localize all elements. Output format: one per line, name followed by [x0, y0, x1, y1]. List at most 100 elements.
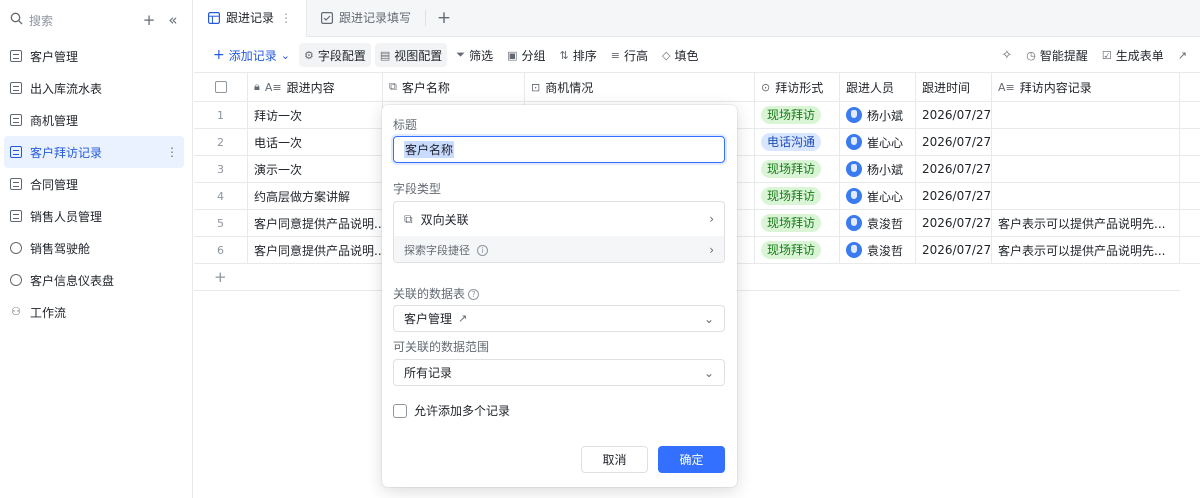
cell-content[interactable]: 演示一次 [248, 156, 383, 182]
table-icon [10, 82, 22, 94]
cell-date[interactable]: 2026/07/27 [916, 183, 992, 209]
sidebar-item[interactable]: 客户管理 [4, 40, 184, 72]
cell-visit-mode[interactable]: 现场拜访 [755, 210, 840, 236]
tab-follow-record-form[interactable]: 跟进记录填写 [307, 0, 425, 36]
cell-content[interactable]: 客户同意提供产品说明... [248, 210, 383, 236]
sidebar-item[interactable]: 出入库流水表 [4, 72, 184, 104]
person-name: 崔心心 [867, 189, 904, 204]
column-header[interactable]: A≡ 拜访内容记录 [992, 73, 1180, 101]
cell-extra [1180, 156, 1200, 182]
cell-person[interactable]: 崔心心 [840, 129, 916, 155]
cell-visit-note[interactable]: 客户表示可以提供产品说明先... [992, 237, 1180, 263]
external-link-icon[interactable]: ↗ [458, 312, 467, 325]
generate-form-button[interactable]: ☑ 生成表单 [1097, 43, 1169, 67]
filter-button[interactable]: ⏷ 筛选 [451, 43, 498, 67]
cell-date[interactable]: 2026/07/27 [916, 210, 992, 236]
sidebar-item[interactable]: 客户信息仪表盘 [4, 264, 184, 296]
fill-color-button[interactable]: ◇ 填色 [657, 43, 703, 67]
linked-table-select[interactable]: 客户管理 ↗ ⌄ [393, 305, 725, 332]
cell-visit-note[interactable] [992, 183, 1180, 209]
cancel-button[interactable]: 取消 [581, 446, 648, 473]
tab-follow-record[interactable]: 跟进记录 ⋮ [194, 0, 308, 37]
cell-date[interactable]: 2026/07/27 [916, 237, 992, 263]
column-header[interactable]: ⊙ 拜访形式 [755, 73, 840, 101]
smart-remind-button[interactable]: ◷ 智能提醒 [1021, 43, 1093, 67]
select-all-checkbox-cell[interactable] [194, 73, 248, 101]
group-icon: ▣ [507, 48, 518, 62]
sidebar-item[interactable]: 客户拜访记录 ⋮ [4, 136, 184, 168]
single-select-icon: ⊙ [761, 80, 771, 94]
cell-visit-note[interactable] [992, 156, 1180, 182]
sidebar-item-label: 客户拜访记录 [30, 145, 103, 160]
cell-content[interactable]: 约高层做方案讲解 [248, 183, 383, 209]
sidebar-item[interactable]: 合同管理 [4, 168, 184, 200]
search-input[interactable]: 搜索 [29, 12, 134, 29]
sparkle-icon: ✧ [1001, 47, 1013, 63]
chevron-right-icon: › [709, 243, 714, 257]
cell-date[interactable]: 2026/07/27 [916, 129, 992, 155]
sidebar-item[interactable]: 商机管理 [4, 104, 184, 136]
sidebar-search[interactable]: 搜索 + « [0, 0, 192, 40]
chevron-down-icon: ⌄ [703, 365, 714, 380]
column-header[interactable]: 🔒︎ A≡ 跟进内容 [248, 73, 383, 101]
cell-content[interactable]: 客户同意提供产品说明... [248, 237, 383, 263]
link-field-icon: ⧉ [389, 80, 397, 93]
scope-select[interactable]: 所有记录 ⌄ [393, 359, 725, 386]
select-all-checkbox[interactable] [214, 81, 227, 93]
cell-visit-mode[interactable]: 现场拜访 [755, 156, 840, 182]
cell-visit-note[interactable] [992, 102, 1180, 128]
group-button[interactable]: ▣ 分组 [502, 43, 550, 67]
column-header[interactable]: ⊡ 商机情况 [525, 73, 755, 101]
add-view-icon[interactable]: + [426, 0, 462, 36]
cell-visit-note[interactable]: 客户表示可以提供产品说明先... [992, 210, 1180, 236]
cell-content[interactable]: 电话一次 [248, 129, 383, 155]
row-height-icon: ≡ [610, 48, 620, 62]
cell-person[interactable]: 袁浚哲 [840, 210, 916, 236]
cell-person[interactable]: 杨小斌 [840, 102, 916, 128]
sidebar-item[interactable]: 销售人员管理 [4, 200, 184, 232]
allow-multiple-checkbox[interactable]: 允许添加多个记录 [393, 402, 510, 419]
share-button[interactable]: ↗ [1173, 43, 1192, 67]
cell-person[interactable]: 杨小斌 [840, 156, 916, 182]
row-height-button[interactable]: ≡ 行高 [606, 43, 653, 67]
view-config-button[interactable]: ▤ 视图配置 [374, 43, 448, 67]
more-vertical-icon[interactable]: ⋮ [280, 11, 292, 25]
paint-bucket-icon: ◇ [662, 48, 671, 62]
field-title-input[interactable]: 客户名称 [393, 136, 725, 163]
add-record-button[interactable]: + 添加记录 ⌄ [208, 43, 295, 67]
column-header[interactable]: 跟进时间 [916, 73, 992, 101]
checkbox[interactable] [393, 403, 407, 418]
info-icon: i [477, 244, 488, 256]
person-chip: 袁浚哲 [846, 215, 903, 232]
lock-icon: 🔒︎ [254, 80, 260, 93]
column-header[interactable]: ⧉ 客户名称 [383, 73, 525, 101]
workflow-icon: ⚇ [11, 305, 21, 318]
confirm-button[interactable]: 确定 [658, 446, 725, 473]
sidebar-item[interactable]: 销售驾驶舱 [4, 232, 184, 264]
cell-person[interactable]: 崔心心 [840, 183, 916, 209]
ai-sparkle-button[interactable]: ✧ [996, 43, 1017, 67]
add-icon[interactable]: + [140, 11, 158, 29]
cell-visit-note[interactable] [992, 129, 1180, 155]
sidebar-item[interactable]: ⚇ 工作流 [4, 296, 184, 328]
person-name: 崔心心 [867, 135, 904, 150]
field-type-select[interactable]: ⧉ 双向关联 › [394, 202, 724, 236]
explore-field-shortcut[interactable]: 探索字段捷径 i › [394, 236, 724, 262]
table-icon [10, 146, 22, 158]
cell-visit-mode[interactable]: 现场拜访 [755, 237, 840, 263]
collapse-sidebar-icon[interactable]: « [164, 11, 182, 29]
field-config-button[interactable]: ⚙ 字段配置 [298, 43, 371, 67]
sort-button[interactable]: ⇅ 排序 [555, 43, 602, 67]
column-header[interactable]: 跟进人员 [840, 73, 916, 101]
cell-visit-mode[interactable]: 电话沟通 [755, 129, 840, 155]
person-chip: 杨小斌 [846, 161, 903, 178]
cell-date[interactable]: 2026/07/27 [916, 102, 992, 128]
help-icon[interactable]: ? [468, 289, 480, 300]
cell-visit-mode[interactable]: 现场拜访 [755, 183, 840, 209]
visit-mode-tag: 现场拜访 [761, 106, 822, 124]
more-vertical-icon[interactable]: ⋮ [166, 145, 178, 159]
cell-date[interactable]: 2026/07/27 [916, 156, 992, 182]
cell-visit-mode[interactable]: 现场拜访 [755, 102, 840, 128]
cell-content[interactable]: 拜访一次 [248, 102, 383, 128]
cell-person[interactable]: 袁浚哲 [840, 237, 916, 263]
